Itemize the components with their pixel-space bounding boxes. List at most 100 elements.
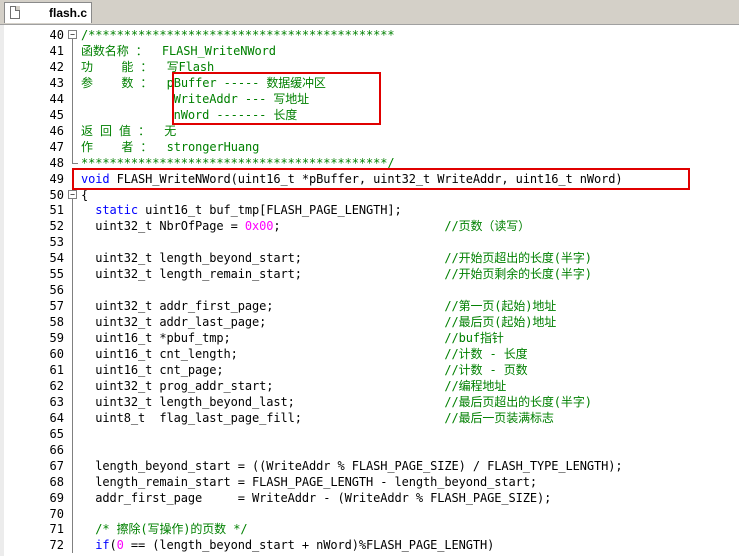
code-text: length_beyond_start = ((WriteAddr % FLAS… (81, 458, 622, 474)
code-line[interactable]: 49 void FLASH_WriteNWord(uint16_t *pBuffe… (0, 171, 739, 187)
tab-flash-c[interactable]: flash.c (4, 2, 92, 23)
code-line[interactable]: 48 **************************************… (0, 154, 739, 171)
code-token: uint32_t prog_addr_start; (81, 378, 445, 393)
code-line[interactable]: 58 uint32_t addr_last_page; //最后页(起始)地址 (0, 314, 739, 331)
code-line[interactable]: 57 uint32_t addr_first_page; //第一页(起始)地址 (0, 298, 739, 315)
code-token: { (81, 187, 89, 202)
code-token: uint8_t flag_last_page_fill; (81, 410, 445, 425)
fold-toggle-icon[interactable]: − (68, 187, 77, 203)
code-text: uint8_t flag_last_page_fill; //最后一页装满标志 (81, 410, 554, 426)
code-token: uint32_t addr_first_page; (81, 299, 445, 314)
comment-token: /***************************************… (81, 28, 395, 42)
fold-line (68, 521, 77, 538)
code-token: uint16_t cnt_page; (81, 362, 445, 377)
code-editor[interactable]: 40−/************************************… (0, 25, 739, 556)
code-line[interactable]: 68 length_remain_start = FLASH_PAGE_LENG… (0, 473, 739, 490)
code-line[interactable]: 72 if(0 == (length_beyond_start + nWord)… (0, 537, 739, 554)
code-line[interactable]: 51 static uint16_t buf_tmp[FLASH_PAGE_LE… (0, 202, 739, 219)
code-line[interactable]: 55 uint32_t length_remain_start; //开始页剩余… (0, 266, 739, 283)
comment-token: //计数 - 页数 (444, 362, 528, 377)
line-number: 71 (49, 522, 64, 537)
code-line[interactable]: 42 功 能 ： 写Flash (0, 58, 739, 75)
code-token: == (length_beyond_start + nWord)%FLASH_P… (123, 538, 495, 553)
fold-line (68, 250, 77, 267)
code-token: uint16_t cnt_length; (81, 347, 445, 361)
comment-token: //buf指针 (444, 331, 504, 346)
tab-bar: flash.c (0, 0, 739, 25)
comment-token: 返 回 值 ： 无 (81, 123, 177, 138)
fold-line (68, 42, 77, 59)
code-line[interactable]: 66 (0, 441, 739, 458)
fold-end-mark (68, 154, 78, 171)
code-token: uint32_t addr_last_page; (81, 315, 445, 330)
code-line[interactable]: 67 length_beyond_start = ((WriteAddr % F… (0, 457, 739, 474)
code-text: addr_first_page = WriteAddr - (WriteAddr… (81, 490, 551, 506)
code-text: 返 回 值 ： 无 (81, 123, 176, 139)
fold-line (68, 122, 77, 139)
line-number: 47 (49, 139, 64, 154)
code-line[interactable]: 69 addr_first_page = WriteAddr - (WriteA… (0, 489, 739, 506)
code-text: uint32_t length_beyond_start; //开始页超出的长度… (81, 250, 592, 266)
line-number: 49 (49, 171, 64, 186)
line-number: 58 (49, 315, 64, 330)
line-number: 46 (49, 123, 64, 138)
code-line[interactable]: 50−{ (0, 187, 739, 203)
code-token: uint16_t *pbuf_tmp; (81, 331, 445, 346)
comment-token: /* 擦除(写操作)的页数 */ (95, 522, 248, 537)
code-line[interactable]: 70 (0, 505, 739, 522)
code-text: uint32_t prog_addr_start; //编程地址 (81, 378, 506, 394)
fold-line (68, 537, 77, 554)
file-icon (10, 6, 20, 19)
code-token: ; (273, 219, 445, 234)
code-line[interactable]: 56 (0, 282, 739, 299)
code-text: 作 者 ： strongerHuang (81, 139, 259, 155)
code-line[interactable]: 52 uint32_t NbrOfPage = 0x00; //页数（读写） (0, 218, 739, 235)
line-number: 41 (49, 43, 64, 58)
code-line[interactable]: 45 nWord ------- 长度 (0, 106, 739, 123)
comment-token: //开始页剩余的长度(半字) (444, 267, 592, 282)
code-line[interactable]: 46 返 回 值 ： 无 (0, 122, 739, 139)
code-text: uint32_t addr_last_page; //最后页(起始)地址 (81, 314, 556, 330)
code-token: uint32_t length_remain_start; (81, 267, 445, 282)
code-line[interactable]: 62 uint32_t prog_addr_start; //编程地址 (0, 377, 739, 394)
code-line[interactable]: 61 uint16_t cnt_page; //计数 - 页数 (0, 361, 739, 378)
comment-token: //页数（读写） (444, 219, 531, 234)
code-line[interactable]: 64 uint8_t flag_last_page_fill; //最后一页装满… (0, 409, 739, 426)
code-text: { (81, 187, 88, 203)
line-number: 62 (49, 378, 64, 393)
comment-token: //最后一页装满标志 (444, 410, 554, 425)
fold-line (68, 505, 77, 522)
code-text: uint16_t *pbuf_tmp; //buf指针 (81, 330, 504, 346)
code-line[interactable]: 71 /* 擦除(写操作)的页数 */ (0, 521, 739, 538)
code-line[interactable]: 43 参 数 ： pBuffer ----- 数据缓冲区 (0, 74, 739, 91)
code-line[interactable]: 63 uint32_t length_beyond_last; //最后页超出的… (0, 393, 739, 410)
comment-token: ****************************************… (81, 155, 395, 170)
code-line[interactable]: 60 uint16_t cnt_length; //计数 - 长度 (0, 346, 739, 362)
code-line[interactable]: 47 作 者 ： strongerHuang (0, 138, 739, 155)
code-line[interactable]: 53 (0, 234, 739, 251)
number-token: 0 (116, 538, 124, 553)
line-number: 67 (49, 458, 64, 473)
line-number: 43 (49, 75, 64, 90)
code-line[interactable]: 59 uint16_t *pbuf_tmp; //buf指针 (0, 330, 739, 347)
keyword-token: if (95, 538, 110, 553)
code-line[interactable]: 54 uint32_t length_beyond_start; //开始页超出… (0, 250, 739, 267)
fold-line (68, 282, 77, 299)
code-text: nWord ------- 长度 (81, 107, 298, 123)
line-number: 51 (49, 203, 64, 218)
fold-line (68, 330, 77, 347)
code-line[interactable]: 40−/************************************… (0, 27, 739, 43)
line-number: 53 (49, 235, 64, 250)
code-line[interactable]: 44 WriteAddr --- 写地址 (0, 90, 739, 107)
line-number: 55 (49, 267, 64, 282)
code-token: uint32_t length_beyond_last; (81, 394, 445, 409)
line-number: 56 (49, 283, 64, 298)
fold-toggle-icon[interactable]: − (68, 27, 77, 43)
fold-line (68, 234, 77, 251)
comment-token: //计数 - 长度 (444, 347, 528, 361)
code-text: uint16_t cnt_page; //计数 - 页数 (81, 362, 528, 378)
code-line[interactable]: 41 函数名称 ： FLASH_WriteNWord (0, 42, 739, 59)
code-line[interactable]: 65 (0, 425, 739, 442)
line-number: 54 (49, 251, 64, 266)
